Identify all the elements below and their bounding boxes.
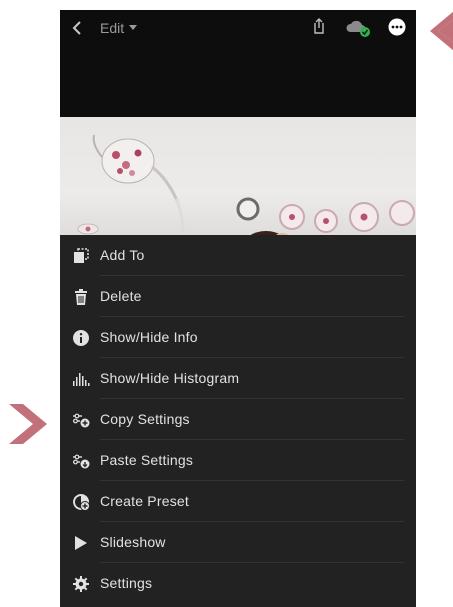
pointer-arrow-right-icon [9, 404, 47, 444]
app-screen: Edit Add To Delete Show/Hide Info Show/H… [60, 10, 416, 607]
more-options-icon[interactable] [388, 18, 406, 36]
menu-item-label: Delete [100, 288, 142, 304]
top-bar: Edit [60, 10, 416, 46]
menu-item-add-to[interactable]: Add To [60, 235, 416, 276]
menu-item-show-hide-histogram[interactable]: Show/Hide Histogram [60, 358, 416, 399]
play-icon [75, 536, 87, 550]
menu-item-paste-settings[interactable]: Paste Settings [60, 440, 416, 481]
histogram-icon [73, 373, 90, 386]
menu-item-label: Show/Hide Histogram [100, 370, 240, 386]
menu-item-label: Copy Settings [100, 411, 190, 427]
menu-item-create-preset[interactable]: Create Preset [60, 481, 416, 522]
info-icon [73, 330, 89, 346]
menu-item-label: Create Preset [100, 493, 189, 509]
edit-mode-label[interactable]: Edit [100, 20, 124, 36]
menu-item-copy-settings[interactable]: Copy Settings [60, 399, 416, 440]
paste-settings-icon [73, 454, 90, 469]
menu-item-delete[interactable]: Delete [60, 276, 416, 317]
photo-preview[interactable] [60, 117, 416, 259]
menu-item-label: Paste Settings [100, 452, 194, 468]
menu-item-label: Slideshow [100, 534, 166, 550]
cloud-sync-icon[interactable] [346, 18, 372, 38]
menu-item-show-hide-info[interactable]: Show/Hide Info [60, 317, 416, 358]
trash-icon [75, 289, 87, 305]
menu-item-label: Show/Hide Info [100, 329, 198, 345]
options-menu: Add To Delete Show/Hide Info Show/Hide H… [60, 235, 416, 607]
menu-item-label: Settings [100, 575, 153, 591]
copy-settings-icon [73, 413, 90, 428]
chevron-down-icon[interactable] [129, 25, 137, 30]
create-preset-icon [73, 494, 90, 511]
menu-item-slideshow[interactable]: Slideshow [60, 522, 416, 563]
pointer-arrow-left-icon [430, 11, 453, 51]
back-icon[interactable] [70, 19, 84, 37]
gear-icon [73, 576, 89, 592]
share-icon[interactable] [311, 17, 327, 35]
menu-item-settings[interactable]: Settings [60, 563, 416, 604]
add-to-icon [74, 248, 89, 263]
teapot-photo-image [77, 134, 415, 259]
menu-item-label: Add To [100, 247, 145, 263]
